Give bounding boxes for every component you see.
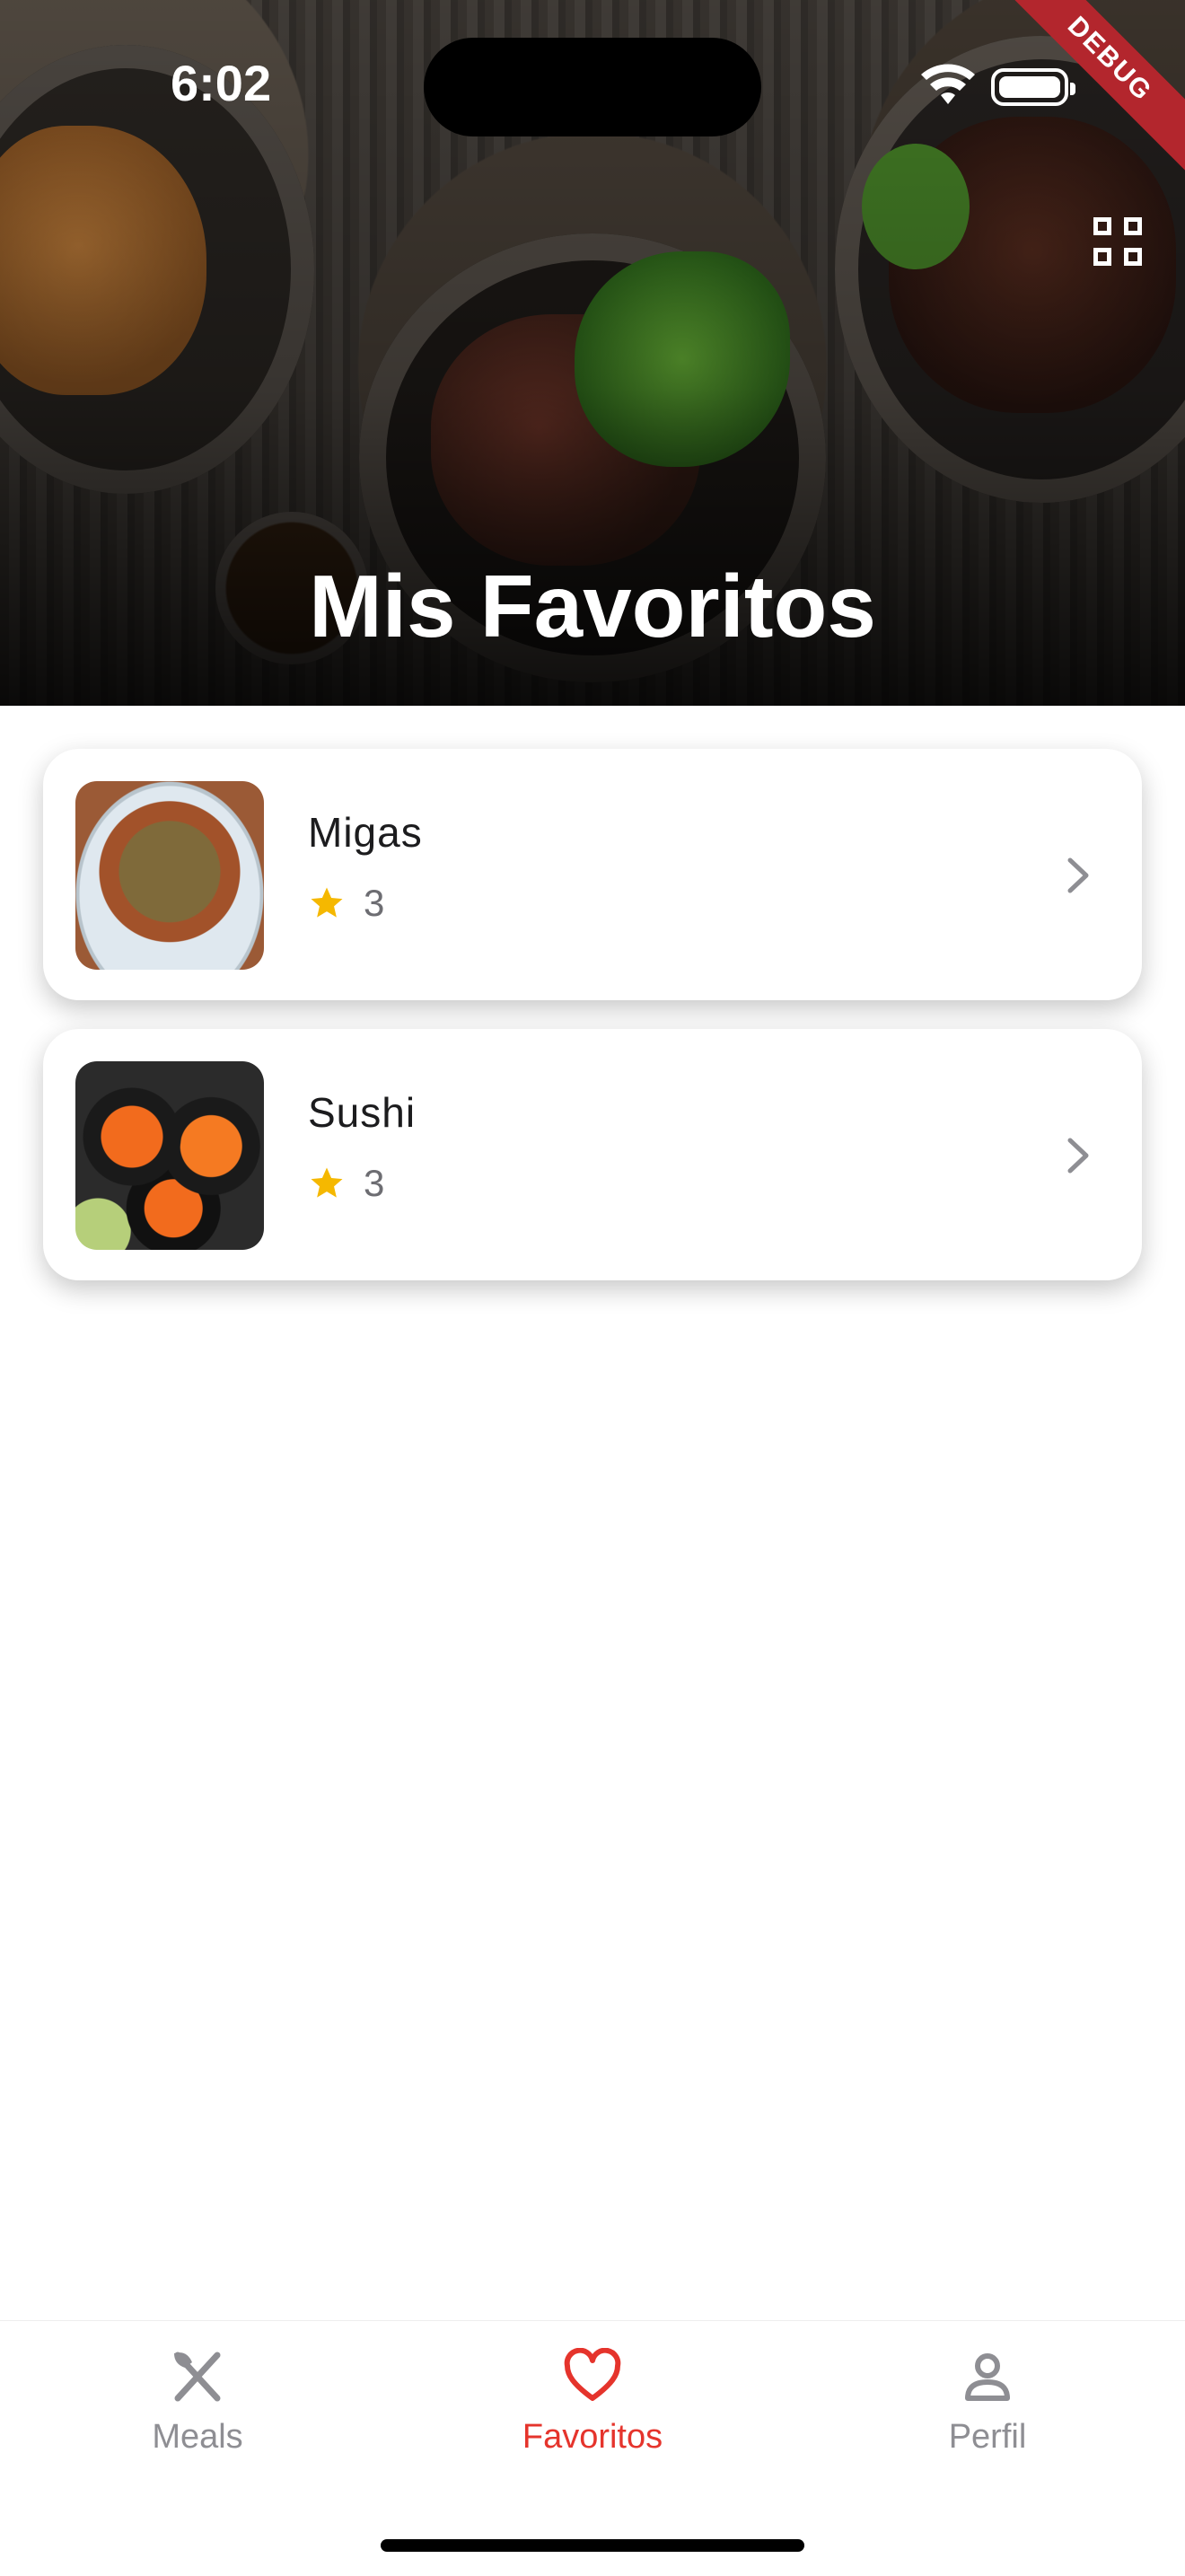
- status-time: 6:02: [171, 55, 272, 111]
- tab-label: Perfil: [948, 2418, 1027, 2456]
- meal-thumbnail: [75, 781, 264, 970]
- favorite-card-sushi[interactable]: Sushi 3: [43, 1029, 1142, 1280]
- heart-icon: [564, 2348, 621, 2401]
- battery-icon: [991, 68, 1075, 106]
- favorite-card-migas[interactable]: Migas 3: [43, 749, 1142, 1000]
- bottom-tab-bar: Meals Favoritos Perfil: [0, 2320, 1185, 2576]
- meal-name: Migas: [308, 809, 423, 856]
- rating-value: 3: [364, 882, 385, 924]
- tab-meals[interactable]: Meals: [63, 2348, 332, 2457]
- tab-perfil[interactable]: Perfil: [853, 2348, 1122, 2457]
- chevron-right-icon: [1067, 857, 1089, 893]
- tab-favoritos[interactable]: Favoritos: [458, 2348, 727, 2457]
- tab-label: Meals: [152, 2418, 243, 2456]
- dynamic-island: [424, 38, 761, 136]
- meal-thumbnail: [75, 1061, 264, 1250]
- chevron-right-icon: [1067, 1138, 1089, 1174]
- home-indicator: [381, 2539, 804, 2552]
- meal-name: Sushi: [308, 1089, 417, 1136]
- wifi-icon: [921, 64, 975, 104]
- person-icon: [965, 2353, 1010, 2401]
- star-icon: [311, 887, 343, 918]
- rating-value: 3: [364, 1162, 385, 1204]
- grid-view-icon[interactable]: [1093, 217, 1146, 269]
- meal-rating: 3: [308, 1162, 384, 1205]
- page-title: Mis Favoritos: [309, 557, 876, 655]
- star-icon: [311, 1167, 343, 1198]
- tab-label: Favoritos: [522, 2418, 663, 2456]
- fork-knife-icon: [174, 2352, 221, 2402]
- meal-rating: 3: [308, 882, 384, 925]
